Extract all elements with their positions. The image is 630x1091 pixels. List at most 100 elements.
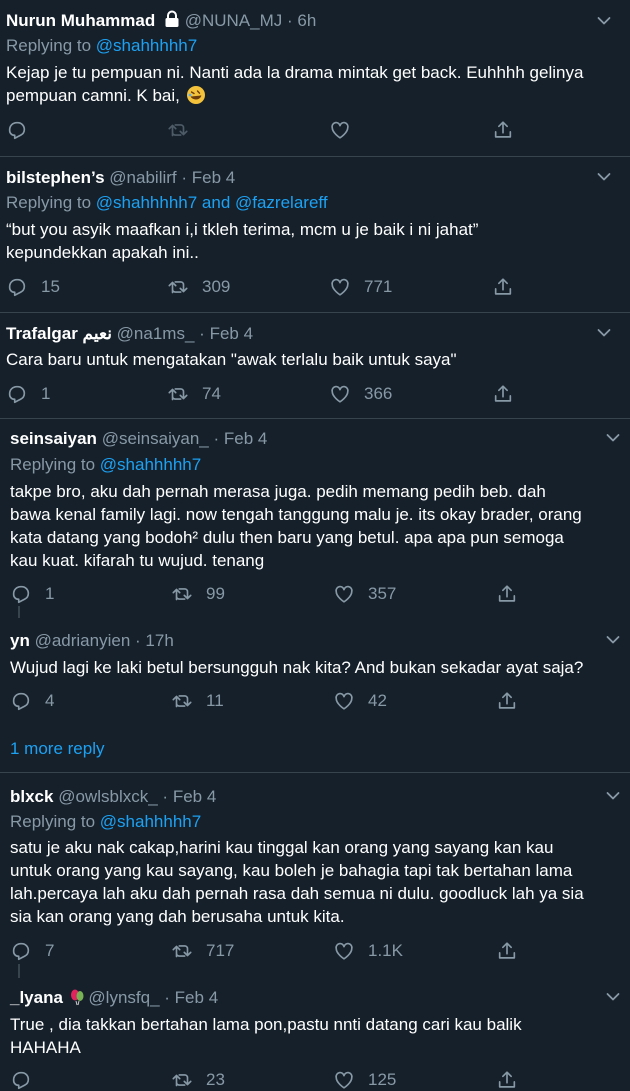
share-button[interactable] xyxy=(492,119,514,141)
tweet-text-line: satu je aku nak cakap,harini kau tinggal… xyxy=(10,838,554,857)
reply-button[interactable]: 1 xyxy=(10,583,54,605)
replying-to: Replying to @shahhhhh7 and @fazrelareff xyxy=(6,193,328,213)
thread-line xyxy=(18,964,20,978)
like-button[interactable]: 1.1K xyxy=(333,940,403,962)
separator: · xyxy=(162,787,169,806)
like-button[interactable] xyxy=(329,119,351,141)
share-button[interactable] xyxy=(492,276,514,298)
mention-link[interactable]: @shahhhhh7 xyxy=(96,36,197,55)
retweet-icon xyxy=(171,940,193,962)
like-count: 125 xyxy=(368,1070,397,1089)
tweet-text-line: pempuan camni. K bai, xyxy=(6,84,621,107)
tweet-time[interactable]: Feb 4 xyxy=(210,324,253,343)
tweet-text: “but you asyik maafkan i,i tkleh terima,… xyxy=(6,218,621,264)
tweet-text-line: untuk orang yang kau sayang, kau boleh j… xyxy=(10,861,573,880)
retweet-count: 99 xyxy=(206,584,225,603)
chevron-down-icon[interactable] xyxy=(597,172,611,182)
tweet-time[interactable]: 17h xyxy=(145,631,173,650)
share-button[interactable] xyxy=(492,383,514,405)
author-handle[interactable]: @owlsblxck_ xyxy=(58,787,157,806)
tweet-time[interactable]: Feb 4 xyxy=(192,168,235,187)
reply-button[interactable]: 4 xyxy=(10,690,54,712)
tweet-time[interactable]: Feb 4 xyxy=(175,988,218,1007)
retweet-count: 11 xyxy=(206,691,224,710)
reply-icon xyxy=(6,276,28,298)
share-button[interactable] xyxy=(496,940,518,962)
more-replies-link[interactable]: 1 more reply xyxy=(10,739,104,759)
tweet-text-line: True , dia takkan bertahan lama pon,past… xyxy=(10,1015,522,1034)
like-button[interactable]: 42 xyxy=(333,690,387,712)
author-name[interactable]: bilstephen’s xyxy=(6,168,105,187)
tweet-header: blxck @owlsblxck_ · Feb 4 xyxy=(10,787,216,807)
share-icon xyxy=(492,276,514,298)
like-button[interactable]: 771 xyxy=(329,276,392,298)
mention-link[interactable]: @shahhhhh7 xyxy=(100,812,201,831)
heart-icon xyxy=(333,940,355,962)
replying-to: Replying to @shahhhhh7 xyxy=(6,36,197,56)
tweet-time[interactable]: Feb 4 xyxy=(224,429,267,448)
separator: · xyxy=(286,11,293,30)
mention-link[interactable]: @shahhhhh7 xyxy=(100,455,201,474)
share-button[interactable] xyxy=(496,690,518,712)
reply-count: 4 xyxy=(45,691,55,710)
author-handle[interactable]: @na1ms_ xyxy=(117,324,195,343)
chevron-down-icon[interactable] xyxy=(606,635,620,645)
author-handle[interactable]: @NUNA_MJ xyxy=(185,11,283,30)
retweet-button[interactable] xyxy=(167,119,189,141)
share-icon xyxy=(492,119,514,141)
tweet-text-line: Kejap je tu pempuan ni. Nanti ada la dra… xyxy=(6,63,584,82)
reply-icon xyxy=(10,1069,32,1091)
reply-button[interactable] xyxy=(10,1069,45,1091)
retweet-button[interactable]: 11 xyxy=(171,690,224,712)
retweet-icon xyxy=(171,690,193,712)
like-button[interactable]: 357 xyxy=(333,583,396,605)
divider xyxy=(0,312,630,313)
replying-label: Replying to xyxy=(10,812,96,831)
tweet-time[interactable]: 6h xyxy=(297,11,316,30)
tweet-text: Kejap je tu pempuan ni. Nanti ada la dra… xyxy=(6,61,621,107)
share-icon xyxy=(496,1069,518,1091)
tweet-text: True , dia takkan bertahan lama pon,past… xyxy=(10,1013,625,1059)
retweet-icon xyxy=(167,383,189,405)
reply-button[interactable]: 1 xyxy=(6,383,50,405)
retweet-button[interactable]: 309 xyxy=(167,276,230,298)
like-button[interactable]: 366 xyxy=(329,383,392,405)
thread-line xyxy=(18,606,20,618)
retweet-button[interactable]: 717 xyxy=(171,940,234,962)
chevron-down-icon[interactable] xyxy=(606,433,620,443)
share-button[interactable] xyxy=(496,583,518,605)
retweet-button[interactable]: 23 xyxy=(171,1069,225,1091)
share-button[interactable] xyxy=(496,1069,518,1091)
like-button[interactable]: 125 xyxy=(333,1069,396,1091)
retweet-count: 309 xyxy=(202,277,231,296)
author-handle[interactable]: @adrianyien xyxy=(35,631,131,650)
retweet-button[interactable]: 99 xyxy=(171,583,225,605)
author-handle[interactable]: @nabilirf xyxy=(109,168,176,187)
chevron-down-icon[interactable] xyxy=(606,791,620,801)
author-name[interactable]: yn xyxy=(10,631,30,650)
replying-label: Replying to xyxy=(10,455,96,474)
reply-count: 15 xyxy=(41,277,60,296)
retweet-count: 74 xyxy=(202,384,221,403)
tweet-time[interactable]: Feb 4 xyxy=(173,787,216,806)
reply-button[interactable] xyxy=(6,119,28,141)
reply-button[interactable]: 15 xyxy=(6,276,60,298)
author-handle[interactable]: @lynsfq_ xyxy=(88,988,159,1007)
replying-label: Replying to xyxy=(6,36,92,55)
retweet-button[interactable]: 74 xyxy=(167,383,221,405)
replying-to: Replying to @shahhhhh7 xyxy=(10,812,201,832)
author-name[interactable]: _lyana xyxy=(10,988,63,1007)
author-handle[interactable]: @seinsaiyan_ xyxy=(102,429,209,448)
like-count: 366 xyxy=(364,384,393,403)
author-name[interactable]: blxck xyxy=(10,787,53,806)
chevron-down-icon[interactable] xyxy=(606,992,620,1002)
author-name[interactable]: Nurun Muhammad xyxy=(6,11,155,30)
mention-link[interactable]: @shahhhhh7 and @fazrelareff xyxy=(96,193,328,212)
author-name[interactable]: seinsaiyan xyxy=(10,429,97,448)
reply-button[interactable]: 7 xyxy=(10,940,54,962)
tweet-text: satu je aku nak cakap,harini kau tinggal… xyxy=(10,836,625,928)
author-name[interactable]: Trafalgar نعيم xyxy=(6,324,112,343)
chevron-down-icon[interactable] xyxy=(597,328,611,338)
balloon-emoji-icon xyxy=(70,989,84,1006)
chevron-down-icon[interactable] xyxy=(597,16,611,26)
